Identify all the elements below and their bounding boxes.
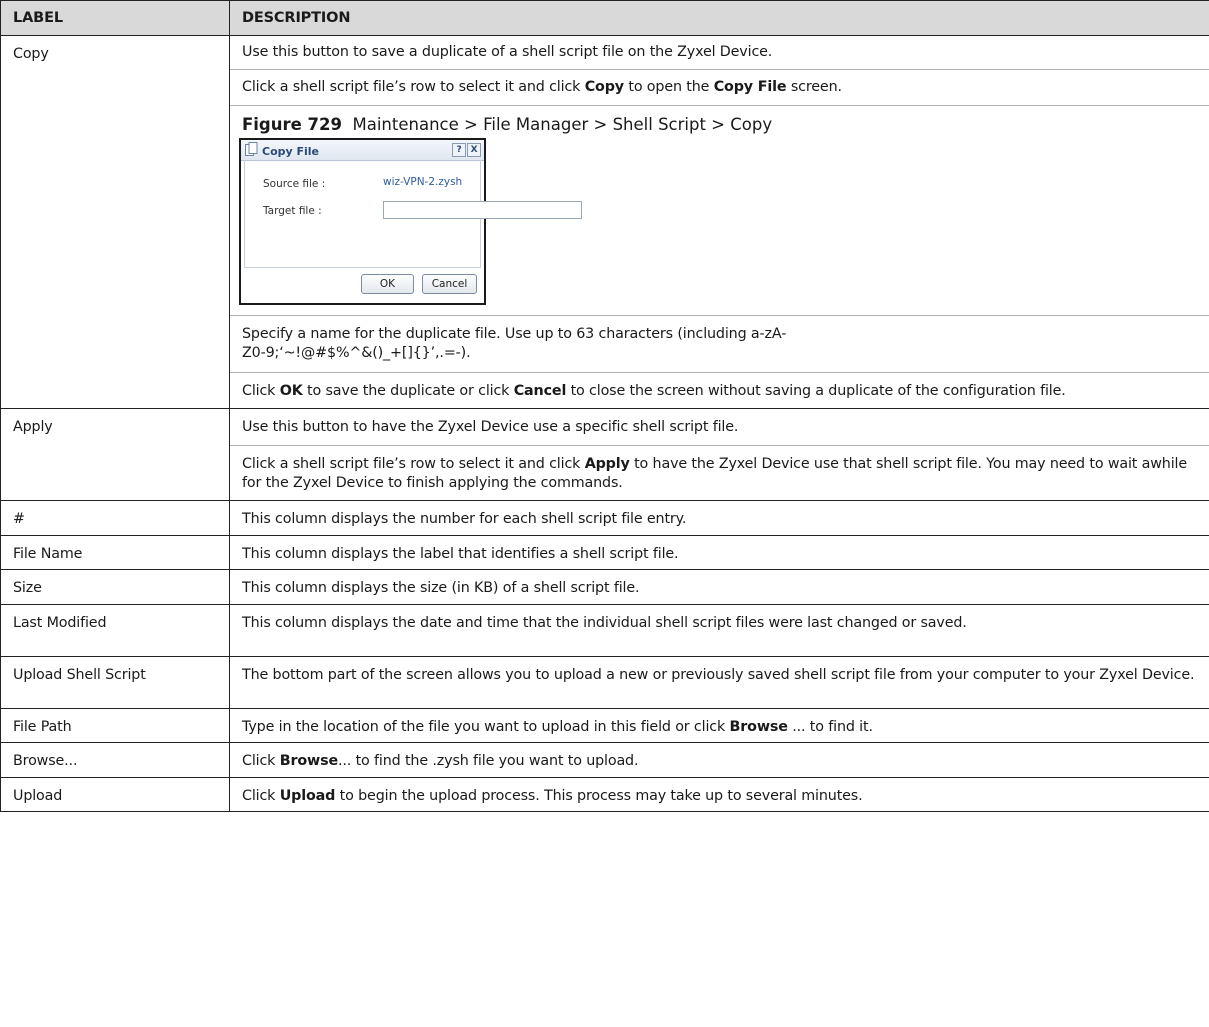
target-file-label: Target file : [263, 205, 322, 217]
figure: Figure 729 Maintenance > File Manager > … [230, 105, 1209, 315]
dialog-titlebar: Copy File ? X [241, 140, 484, 161]
row-label: Copy [0, 35, 230, 409]
row-description: This column displays the number for each… [229, 500, 1209, 536]
table-row-file-name: File Name This column displays the label… [0, 535, 1209, 570]
table-row-upload-shell-script: Upload Shell Script The bottom part of t… [0, 656, 1209, 709]
paragraph: Use this button to save a duplicate of a… [242, 44, 773, 60]
dialog-body: Source file : wiz-VPN-2.zysh Target file… [244, 160, 582, 268]
paragraph: Click a shell script file’s row to selec… [230, 445, 1209, 500]
copy-file-icon [245, 142, 258, 156]
table-row-browse: Browse... Click Browse... to find the .z… [0, 742, 1209, 778]
row-description: The bottom part of the screen allows you… [229, 656, 1209, 709]
row-description: Click Browse... to find the .zysh file y… [229, 742, 1209, 778]
help-icon[interactable]: ? [452, 143, 466, 157]
copy-file-dialog: Copy File ? X Source file : wiz-VPN-2.zy… [239, 138, 582, 305]
table-row-apply: Apply Use this button to have the Zyxel … [0, 408, 1209, 501]
paragraph: Specify a name for the duplicate file. U… [230, 315, 1209, 372]
row-description: Use this button to save a duplicate of a… [229, 35, 1209, 409]
row-label: # [0, 500, 230, 536]
row-description: This column displays the label that iden… [229, 535, 1209, 570]
cancel-button[interactable]: Cancel [422, 274, 477, 294]
row-label: Browse... [0, 742, 230, 778]
row-label: File Name [0, 535, 230, 570]
row-label: Upload [0, 777, 230, 812]
table-row-file-path: File Path Type in the location of the fi… [0, 708, 1209, 743]
row-description: Use this button to have the Zyxel Device… [229, 408, 1209, 501]
ok-button[interactable]: OK [361, 274, 414, 294]
header-description: DESCRIPTION [229, 0, 1209, 36]
row-description: This column displays the size (in KB) of… [229, 569, 1209, 605]
paragraph: Use this button to have the Zyxel Device… [242, 419, 739, 435]
dialog-title: Copy File [262, 145, 320, 158]
header-label: LABEL [0, 0, 230, 36]
row-description: This column displays the date and time t… [229, 604, 1209, 657]
row-description: Type in the location of the file you wan… [229, 708, 1209, 743]
row-description: Click Upload to begin the upload process… [229, 777, 1209, 812]
row-label: Upload Shell Script [0, 656, 230, 709]
paragraph: Click a shell script file’s row to selec… [230, 69, 1209, 105]
close-icon[interactable]: X [467, 143, 481, 157]
table-row-copy: Copy Use this button to save a duplicate… [0, 35, 1209, 409]
figure-caption: Figure 729 Maintenance > File Manager > … [242, 115, 773, 134]
row-label: Last Modified [0, 604, 230, 657]
table-header-row: LABEL DESCRIPTION [0, 0, 1209, 36]
source-file-label: Source file : [263, 178, 326, 190]
table-row-last-modified: Last Modified This column displays the d… [0, 604, 1209, 657]
row-label: Apply [0, 408, 230, 501]
row-label: File Path [0, 708, 230, 743]
table-row-upload: Upload Click Upload to begin the upload … [0, 777, 1209, 812]
source-file-value: wiz-VPN-2.zysh [383, 176, 463, 188]
paragraph: Click OK to save the duplicate or click … [230, 372, 1209, 408]
table-row-hash: # This column displays the number for ea… [0, 500, 1209, 536]
target-file-input[interactable] [383, 201, 582, 219]
row-label: Size [0, 569, 230, 605]
table-row-size: Size This column displays the size (in K… [0, 569, 1209, 605]
description-table: LABEL DESCRIPTION Copy Use this button t… [0, 0, 1209, 812]
